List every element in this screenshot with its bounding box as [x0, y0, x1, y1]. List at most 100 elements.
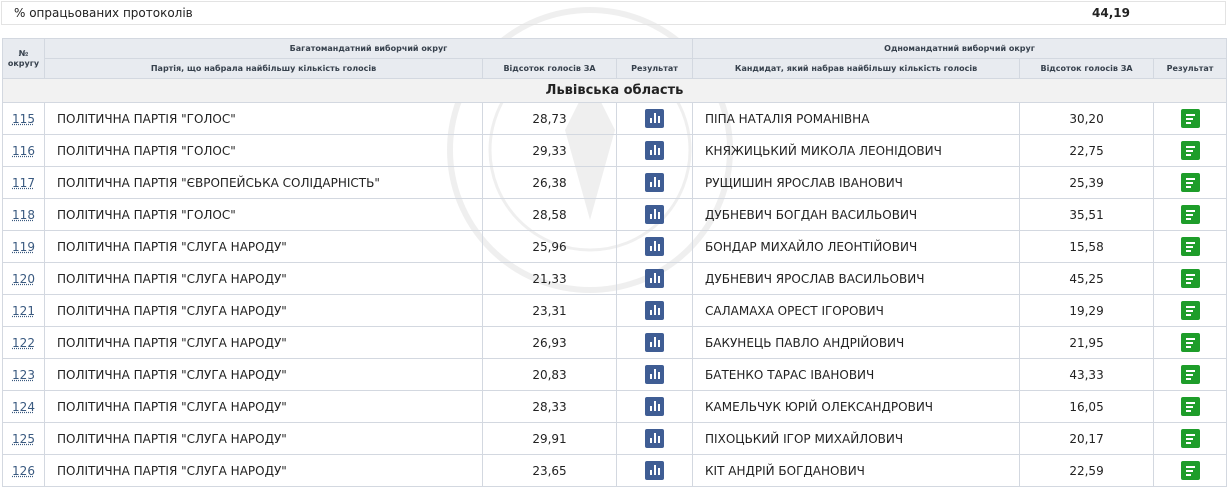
party-name-cell: ПОЛІТИЧНА ПАРТІЯ "СЛУГА НАРОДУ": [44, 294, 483, 327]
bar-chart-icon[interactable]: [645, 365, 665, 384]
candidate-percent-cell: 22,59: [1019, 454, 1155, 487]
district-number-link[interactable]: 123: [12, 368, 35, 382]
district-number-cell: 122: [2, 326, 45, 359]
district-number-link[interactable]: 124: [12, 400, 35, 414]
party-percent-cell: 29,33: [482, 134, 617, 167]
candidate-name-cell: БАТЕНКО ТАРАС ІВАНОВИЧ: [692, 358, 1021, 391]
district-number-cell: 119: [2, 230, 45, 263]
candidate-name-cell: САЛАМАХА ОРЕСТ ІГОРОВИЧ: [692, 294, 1021, 327]
document-icon[interactable]: [1180, 301, 1200, 320]
district-number-cell: 120: [2, 262, 45, 295]
header-row-columns: Партія, що набрала найбільшу кількість г…: [3, 58, 1228, 79]
party-name-cell: ПОЛІТИЧНА ПАРТІЯ "ГОЛОС": [44, 102, 483, 135]
party-name-cell: ПОЛІТИЧНА ПАРТІЯ "СЛУГА НАРОДУ": [44, 326, 483, 359]
processed-protocols-value: 44,19: [1092, 6, 1130, 20]
candidate-result-cell: [1153, 230, 1228, 263]
party-percent-cell: 25,96: [482, 230, 617, 263]
candidate-name-cell: КНЯЖИЦЬКИЙ МИКОЛА ЛЕОНІДОВИЧ: [692, 134, 1021, 167]
region-name: Львівська область: [1, 78, 1228, 103]
candidate-percent-cell: 30,20: [1019, 102, 1155, 135]
candidate-name-cell: КАМЕЛЬЧУК ЮРІЙ ОЛЕКСАНДРОВИЧ: [692, 390, 1021, 423]
document-icon[interactable]: [1180, 429, 1200, 448]
district-number-cell: 117: [2, 166, 45, 199]
district-number-link[interactable]: 125: [12, 432, 35, 446]
document-icon[interactable]: [1180, 173, 1200, 192]
bar-chart-icon[interactable]: [645, 397, 665, 416]
document-icon[interactable]: [1180, 237, 1200, 256]
bar-chart-icon[interactable]: [645, 205, 665, 224]
party-result-cell: [615, 166, 694, 199]
district-number-cell: 118: [2, 198, 45, 231]
district-number-link[interactable]: 121: [12, 304, 35, 318]
party-name-cell: ПОЛІТИЧНА ПАРТІЯ "СЛУГА НАРОДУ": [44, 390, 483, 423]
candidate-name-cell: ПІХОЦЬКИЙ ІГОР МИХАЙЛОВИЧ: [692, 422, 1021, 455]
candidate-result-cell: [1153, 294, 1228, 327]
party-result-cell: [615, 230, 694, 263]
party-result-cell: [615, 198, 694, 231]
candidate-result-cell: [1153, 326, 1228, 359]
candidate-result-cell: [1153, 390, 1228, 423]
bar-chart-icon[interactable]: [645, 333, 665, 352]
candidate-name-cell: ПІПА НАТАЛІЯ РОМАНІВНА: [692, 102, 1021, 135]
party-name-cell: ПОЛІТИЧНА ПАРТІЯ "СЛУГА НАРОДУ": [44, 422, 483, 455]
document-icon[interactable]: [1180, 461, 1200, 480]
bar-chart-icon[interactable]: [645, 269, 665, 288]
document-icon[interactable]: [1180, 365, 1200, 384]
table-row: 119 ПОЛІТИЧНА ПАРТІЯ "СЛУГА НАРОДУ" 25,96 Б…: [2, 230, 1228, 263]
table-row: 126 ПОЛІТИЧНА ПАРТІЯ "СЛУГА НАРОДУ" 23,65 К…: [2, 454, 1228, 487]
candidate-percent-cell: 19,29: [1019, 294, 1155, 327]
party-result-cell: [615, 102, 694, 135]
candidate-percent-header: Відсоток голосів ЗА: [1019, 58, 1155, 79]
candidate-result-cell: [1153, 102, 1228, 135]
document-icon[interactable]: [1180, 205, 1200, 224]
bar-chart-icon[interactable]: [645, 173, 665, 192]
party-result-cell: [615, 262, 694, 295]
single-mandate-group-header: Одномандатний виборчий округ: [692, 38, 1228, 59]
party-percent-header: Відсоток голосів ЗА: [482, 58, 617, 79]
party-result-cell: [615, 134, 694, 167]
region-row: Львівська область: [1, 78, 1228, 103]
district-number-link[interactable]: 115: [12, 112, 35, 126]
bar-chart-icon[interactable]: [645, 429, 665, 448]
document-icon[interactable]: [1180, 269, 1200, 288]
district-number-link[interactable]: 119: [12, 240, 35, 254]
candidate-percent-cell: 15,58: [1019, 230, 1155, 263]
district-number-header: № округу: [2, 38, 45, 79]
bar-chart-icon[interactable]: [645, 237, 665, 256]
bar-chart-icon[interactable]: [645, 109, 665, 128]
party-name-cell: ПОЛІТИЧНА ПАРТІЯ "ГОЛОС": [44, 198, 483, 231]
document-icon[interactable]: [1180, 333, 1200, 352]
party-name-cell: ПОЛІТИЧНА ПАРТІЯ "СЛУГА НАРОДУ": [44, 358, 483, 391]
candidate-header: Кандидат, який набрав найбільшу кількіст…: [692, 58, 1021, 79]
party-percent-cell: 28,33: [482, 390, 617, 423]
table-row: 124 ПОЛІТИЧНА ПАРТІЯ "СЛУГА НАРОДУ" 28,33 К…: [2, 390, 1228, 423]
bar-chart-icon[interactable]: [645, 301, 665, 320]
district-number-link[interactable]: 118: [12, 208, 35, 222]
document-icon[interactable]: [1180, 141, 1200, 160]
district-number-link[interactable]: 116: [12, 144, 35, 158]
district-number-cell: 124: [2, 390, 45, 423]
party-name-cell: ПОЛІТИЧНА ПАРТІЯ "СЛУГА НАРОДУ": [44, 230, 483, 263]
district-number-link[interactable]: 122: [12, 336, 35, 350]
party-percent-cell: 26,93: [482, 326, 617, 359]
candidate-result-cell: [1153, 198, 1228, 231]
party-name-cell: ПОЛІТИЧНА ПАРТІЯ "ГОЛОС": [44, 134, 483, 167]
table-row: 123 ПОЛІТИЧНА ПАРТІЯ "СЛУГА НАРОДУ" 20,83 Б…: [2, 358, 1228, 391]
district-number-cell: 123: [2, 358, 45, 391]
document-icon[interactable]: [1180, 397, 1200, 416]
district-number-link[interactable]: 120: [12, 272, 35, 286]
table-row: 116 ПОЛІТИЧНА ПАРТІЯ "ГОЛОС" 29,33 КНЯЖИЦЬК…: [2, 134, 1228, 167]
party-result-cell: [615, 326, 694, 359]
candidate-name-cell: РУЩИШИН ЯРОСЛАВ ІВАНОВИЧ: [692, 166, 1021, 199]
bar-chart-icon[interactable]: [645, 461, 665, 480]
candidate-result-cell: [1153, 422, 1228, 455]
results-table: № округу Багатомандатний виборчий округ …: [1, 38, 1228, 487]
table-row: 121 ПОЛІТИЧНА ПАРТІЯ "СЛУГА НАРОДУ" 23,31 С…: [2, 294, 1228, 327]
candidate-name-cell: ДУБНЕВИЧ ЯРОСЛАВ ВАСИЛЬОВИЧ: [692, 262, 1021, 295]
bar-chart-icon[interactable]: [645, 141, 665, 160]
document-icon[interactable]: [1180, 109, 1200, 128]
party-percent-cell: 20,83: [482, 358, 617, 391]
district-number-link[interactable]: 117: [12, 176, 35, 190]
district-number-cell: 115: [2, 102, 45, 135]
district-number-link[interactable]: 126: [12, 464, 35, 478]
